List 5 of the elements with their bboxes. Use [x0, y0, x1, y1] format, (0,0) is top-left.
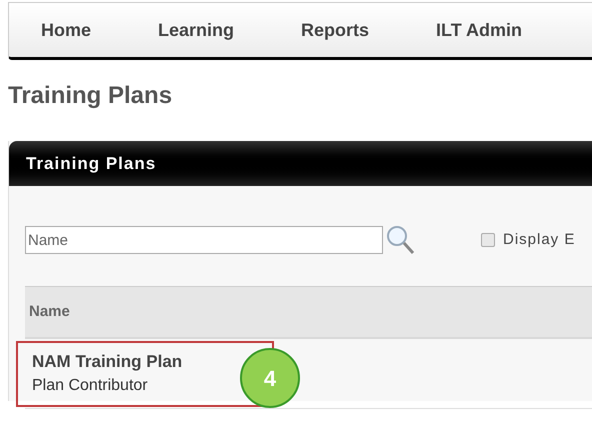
plan-role: Plan Contributor [32, 376, 149, 396]
checkbox-label: Display E [503, 230, 576, 250]
panel-title: Training Plans [26, 152, 156, 175]
page-title: Training Plans [8, 84, 174, 108]
plan-name: NAM Training Plan [32, 350, 184, 372]
